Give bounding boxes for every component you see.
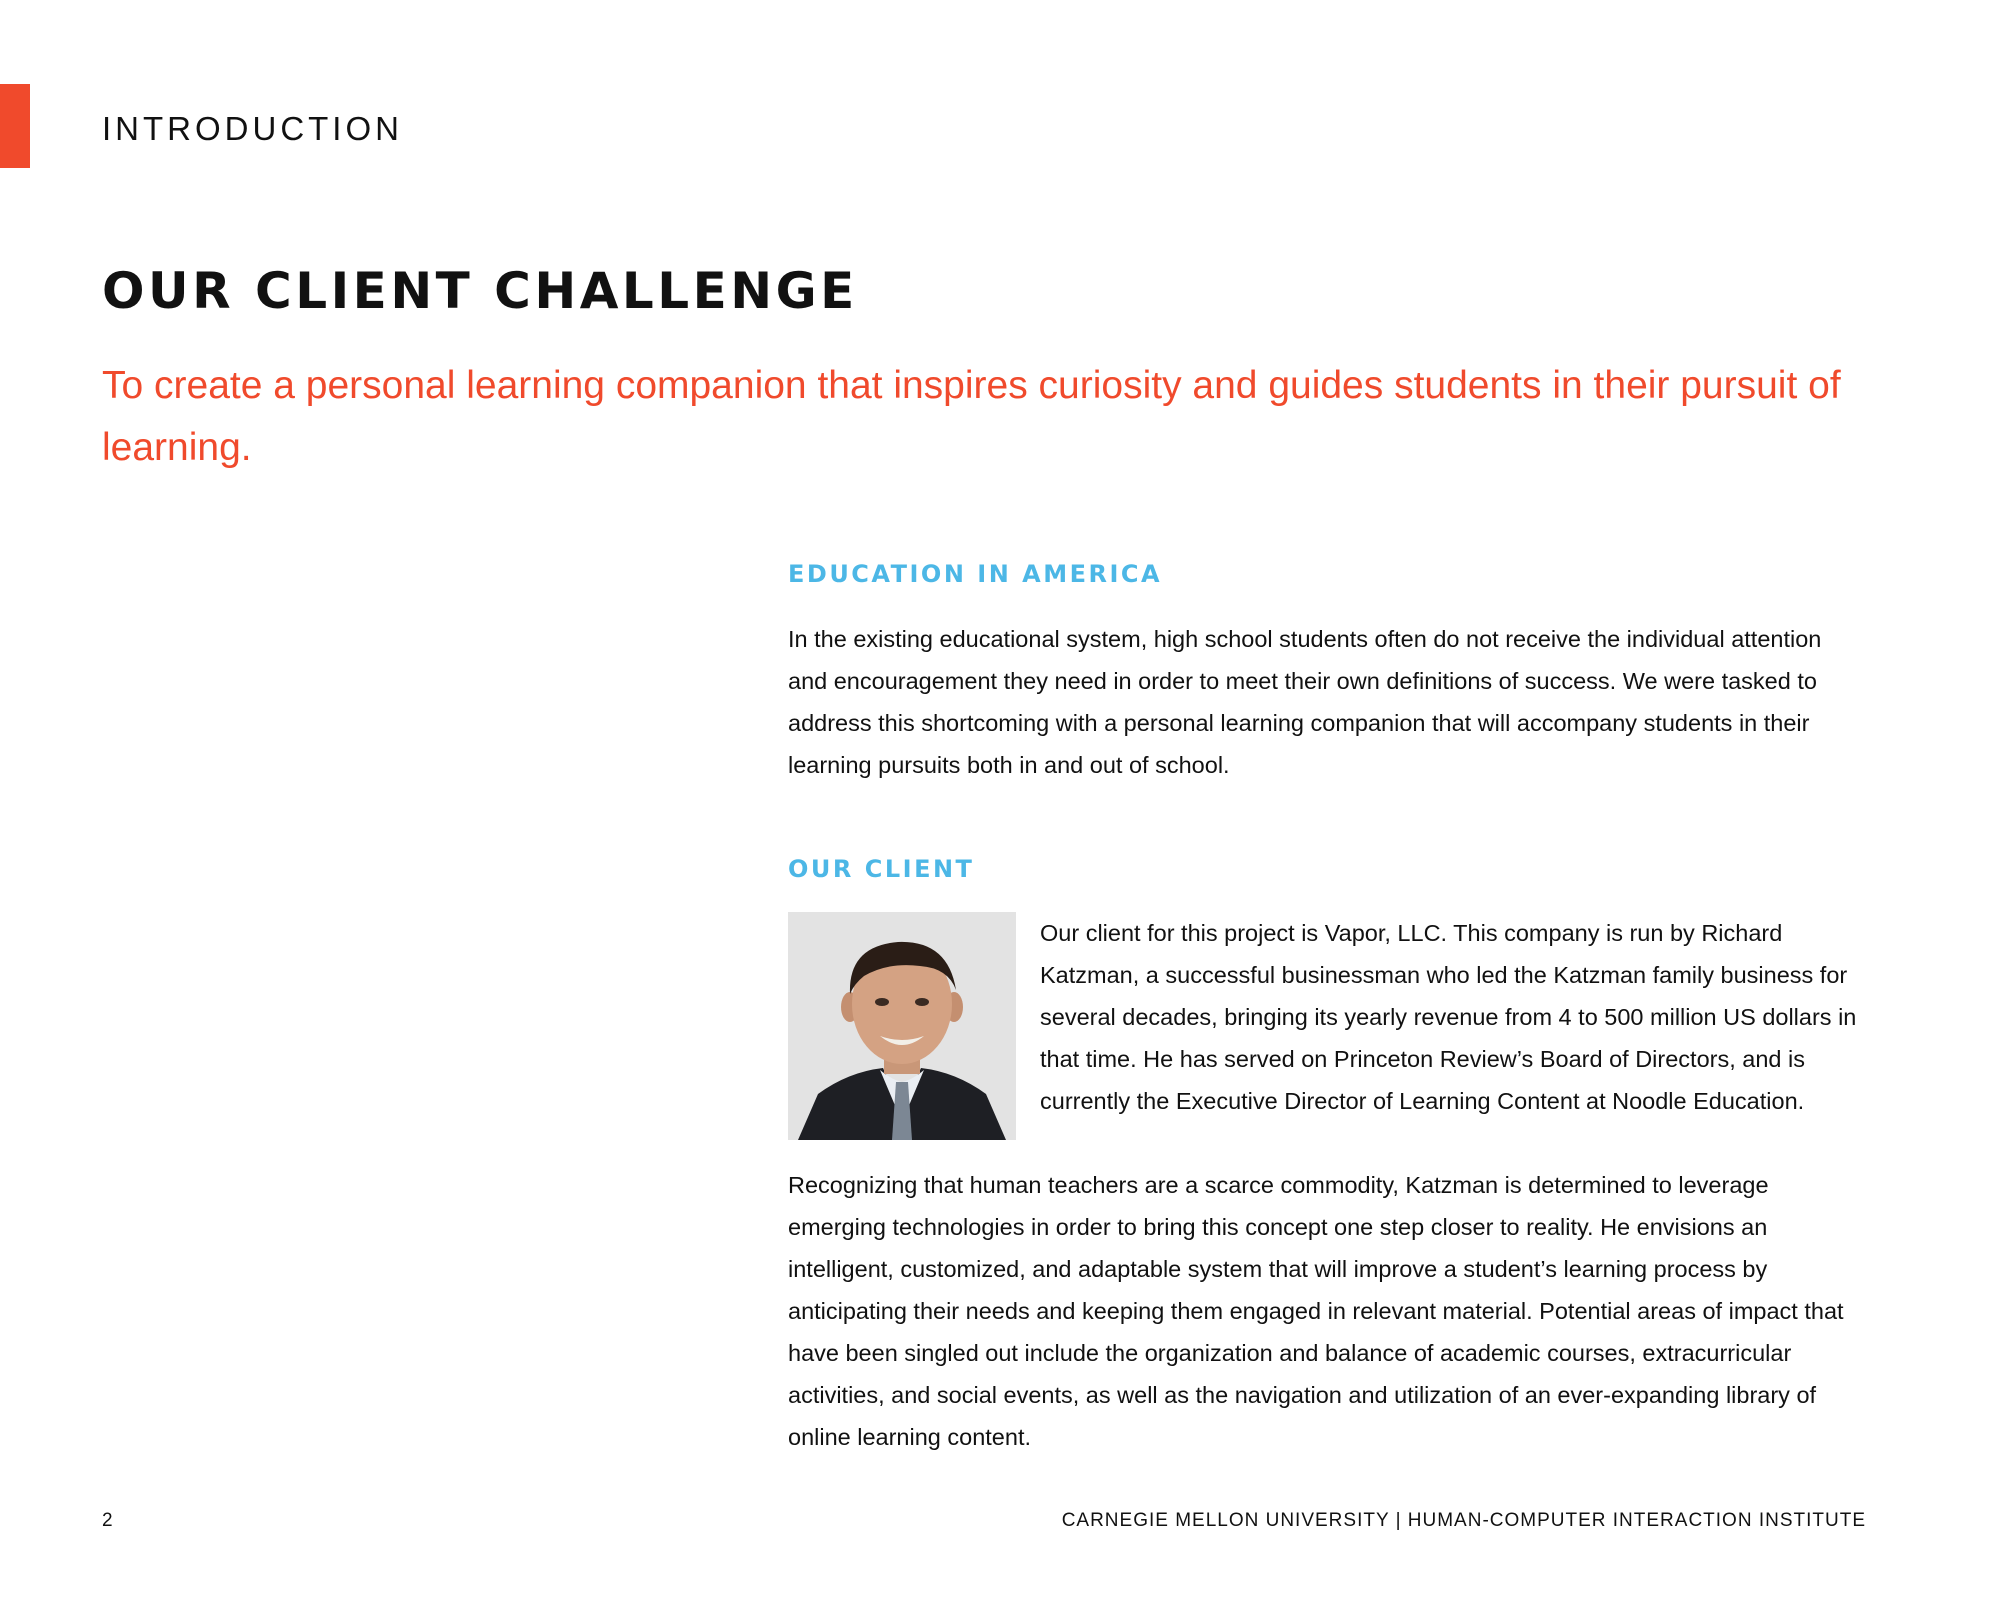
client-heading: OUR CLIENT — [788, 855, 975, 883]
footer-institution: CARNEGIE MELLON UNIVERSITY | HUMAN-COMPU… — [1061, 1510, 1866, 1531]
education-body: In the existing educational system, high… — [788, 626, 1822, 778]
education-heading: EDUCATION IN AMERICA — [788, 560, 1163, 588]
client-body: Recognizing that human teachers are a sc… — [788, 1172, 1844, 1450]
page-title: OUR CLIENT CHALLENGE — [102, 262, 858, 320]
client-portrait — [788, 912, 1016, 1140]
client-intro: Our client for this project is Vapor, LL… — [1040, 920, 1857, 1114]
client-portrait-icon — [788, 912, 1016, 1140]
section-accent-bar — [0, 84, 30, 168]
page-number: 2 — [102, 1510, 113, 1531]
section-label: INTRODUCTION — [102, 110, 403, 147]
mission-statement: To create a personal learning companion … — [102, 364, 1841, 469]
